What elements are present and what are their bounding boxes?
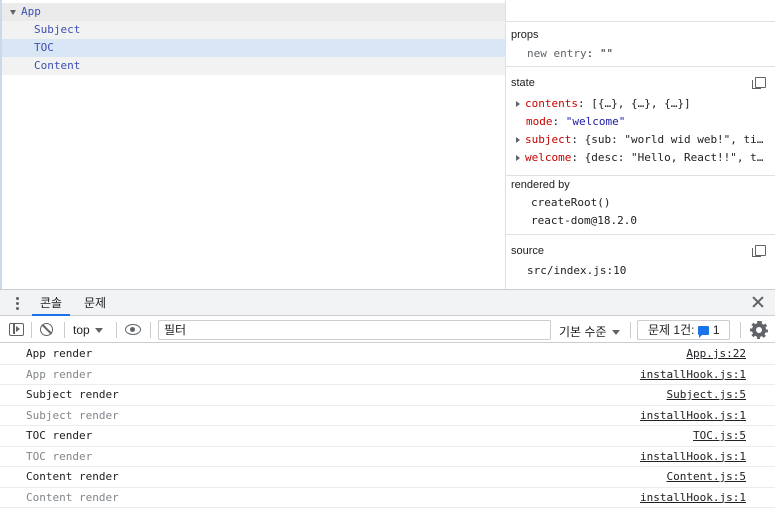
issues-counter-button[interactable]: 문제 1건: 1 — [637, 320, 730, 340]
toolbar-divider — [116, 322, 117, 338]
rendered-by-title: rendered by — [511, 179, 570, 191]
console-message-text: App render — [26, 347, 93, 360]
log-level-select[interactable]: 기본 수준 — [559, 323, 620, 340]
console-log: App render App.js:22 App render installHook… — [0, 344, 775, 508]
copy-icon[interactable] — [752, 77, 766, 89]
close-icon[interactable] — [751, 295, 765, 309]
state-key: welcome — [525, 151, 572, 164]
console-message-row: App render installHook.js:1 — [0, 365, 775, 385]
chevron-down-icon — [94, 328, 103, 334]
tree-item-app[interactable]: App — [2, 3, 505, 21]
state-section: state contents: [{…}, {…}, {…}] mode: "w… — [506, 67, 775, 176]
state-value: "welcome" — [565, 115, 626, 128]
inspector-header — [506, 0, 775, 22]
console-message-text: App render — [26, 367, 93, 381]
source-section: source src/index.js:10 — [506, 235, 775, 289]
state-entry-mode[interactable]: mode: "welcome" — [526, 115, 775, 128]
props-title: props — [511, 29, 539, 41]
props-section: props new entry: "" — [506, 23, 775, 67]
issues-count: 1 — [712, 323, 720, 337]
tab-issues[interactable]: 문제 — [84, 294, 106, 316]
console-message-text: Content render — [26, 490, 119, 504]
toolbar-divider — [630, 322, 631, 338]
toolbar-divider — [150, 322, 151, 338]
console-toolbar: top 필터 기본 수준 문제 1건: 1 — [0, 317, 775, 343]
component-inspector: props new entry: "" state contents: [{…}… — [505, 0, 775, 289]
tree-item-toc[interactable]: TOC — [2, 39, 505, 57]
console-drawer: 콘솔 문제 top 필터 기본 수준 문제 1건: 1 App render Ap… — [0, 289, 775, 512]
console-source-link[interactable]: installHook.js:1 — [640, 488, 746, 508]
console-message-row: Content render installHook.js:1 — [0, 488, 775, 508]
toolbar-divider — [740, 322, 741, 338]
console-message-row: TOC render TOC.js:5 — [0, 426, 775, 447]
prop-key: new entry — [527, 47, 587, 60]
props-entry[interactable]: new entry: "" — [527, 47, 613, 60]
state-value: {sub: "world wid web!", title:… — [584, 133, 766, 146]
context-selector[interactable]: top — [73, 323, 103, 337]
state-value: [{…}, {…}, {…}] — [591, 97, 691, 110]
rendered-by-item: react-dom@18.2.0 — [531, 214, 637, 227]
tree-item-label: Content — [34, 59, 81, 72]
chevron-down-icon — [611, 330, 620, 336]
clear-console-icon[interactable] — [40, 323, 53, 336]
console-message-text: Content render — [26, 470, 119, 483]
tree-item-content[interactable]: Content — [2, 57, 505, 75]
console-message-text: TOC render — [26, 429, 93, 442]
state-key: subject — [525, 133, 572, 146]
state-key: contents — [525, 97, 578, 110]
console-message-text: TOC render — [26, 449, 93, 463]
console-message-text: Subject render — [26, 388, 119, 401]
drawer-tabbar: 콘솔 문제 — [0, 290, 775, 316]
tree-item-label: App — [21, 5, 41, 18]
expand-arrow-icon[interactable] — [516, 101, 520, 107]
copy-icon[interactable] — [752, 245, 766, 257]
state-title: state — [511, 77, 535, 89]
filter-input[interactable]: 필터 — [158, 320, 551, 340]
tree-item-label: TOC — [34, 41, 54, 54]
kebab-menu-icon[interactable] — [16, 297, 19, 310]
issues-label: 문제 1건: — [648, 323, 695, 337]
tab-console[interactable]: 콘솔 — [32, 294, 71, 316]
state-key: mode — [526, 115, 553, 128]
caret-down-icon[interactable] — [10, 9, 16, 15]
console-source-link[interactable]: installHook.js:1 — [640, 406, 746, 426]
expand-arrow-icon[interactable] — [516, 155, 520, 161]
source-location[interactable]: src/index.js:10 — [527, 264, 626, 277]
tree-item-subject[interactable]: Subject — [2, 21, 505, 39]
expand-arrow-icon[interactable] — [516, 137, 520, 143]
state-entry-contents[interactable]: contents: [{…}, {…}, {…}] — [516, 97, 766, 110]
gear-icon[interactable] — [750, 321, 768, 339]
console-source-link[interactable]: App.js:22 — [686, 344, 746, 364]
console-source-link[interactable]: TOC.js:5 — [693, 426, 746, 446]
console-message-text: Subject render — [26, 408, 119, 422]
rendered-by-item: createRoot() — [531, 196, 611, 209]
context-label: top — [73, 323, 90, 337]
state-value: {desc: "Hello, React!!", title… — [584, 151, 766, 164]
component-tree: App Subject TOC Content — [0, 0, 505, 289]
source-title: source — [511, 245, 545, 257]
log-level-label: 기본 수준 — [559, 325, 607, 339]
toolbar-divider — [31, 322, 32, 338]
toolbar-divider — [64, 322, 65, 338]
console-source-link[interactable]: Subject.js:5 — [667, 385, 746, 405]
console-source-link[interactable]: installHook.js:1 — [640, 447, 746, 467]
console-message-row: Content render Content.js:5 — [0, 467, 775, 488]
console-source-link[interactable]: installHook.js:1 — [640, 365, 746, 385]
state-entry-welcome[interactable]: welcome: {desc: "Hello, React!!", title… — [516, 151, 766, 164]
message-icon — [698, 326, 710, 338]
console-message-row: TOC render installHook.js:1 — [0, 447, 775, 467]
prop-value: "" — [599, 47, 614, 60]
state-entry-subject[interactable]: subject: {sub: "world wid web!", title:… — [516, 133, 766, 146]
console-message-row: App render App.js:22 — [0, 344, 775, 365]
console-message-row: Subject render Subject.js:5 — [0, 385, 775, 406]
eye-icon[interactable] — [125, 324, 141, 335]
rendered-by-section: rendered by createRoot() react-dom@18.2.… — [506, 176, 775, 235]
console-source-link[interactable]: Content.js:5 — [667, 467, 746, 487]
console-message-row: Subject render installHook.js:1 — [0, 406, 775, 426]
tree-item-label: Subject — [34, 23, 81, 36]
sidebar-toggle-icon[interactable] — [9, 323, 24, 336]
